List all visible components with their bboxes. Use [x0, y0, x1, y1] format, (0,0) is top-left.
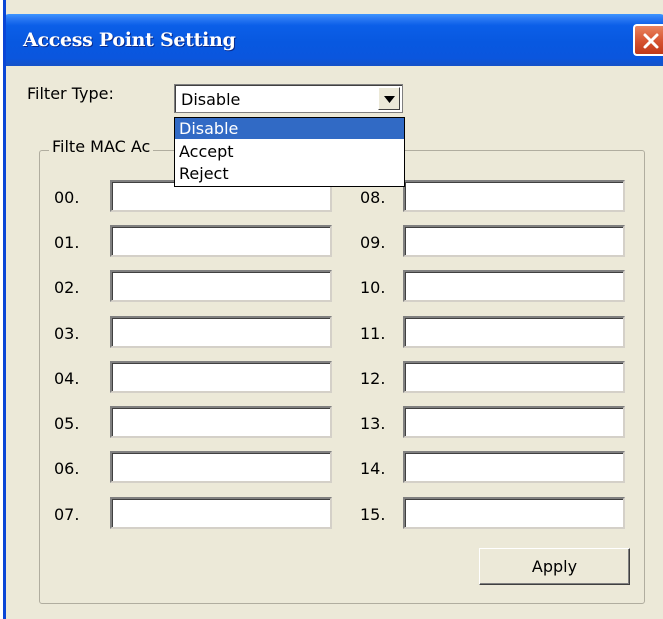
filter-type-label: Filter Type: [27, 84, 114, 103]
mac-index-label: 02. [54, 278, 80, 297]
mac-address-input[interactable] [403, 406, 625, 438]
mac-address-input[interactable] [403, 180, 625, 212]
mac-index-label: 06. [54, 459, 80, 478]
mac-address-input[interactable] [403, 497, 625, 529]
mac-address-input[interactable] [110, 406, 332, 438]
mac-address-input[interactable] [403, 361, 625, 393]
mac-address-input[interactable] [110, 451, 332, 483]
mac-index-label: 01. [54, 233, 80, 252]
mac-address-input[interactable] [110, 316, 332, 348]
mac-address-input[interactable] [403, 316, 625, 348]
dropdown-option-reject[interactable]: Reject [175, 163, 404, 184]
window-title: Access Point Setting [23, 29, 236, 51]
mac-index-label: 13. [360, 414, 386, 433]
filter-type-value: Disable [181, 90, 241, 109]
mac-index-label: 07. [54, 505, 80, 524]
mac-index-label: 03. [54, 324, 80, 343]
dropdown-button[interactable] [378, 87, 400, 110]
mac-index-label: 09. [360, 233, 386, 252]
mac-address-input[interactable] [110, 497, 332, 529]
mac-index-label: 05. [54, 414, 80, 433]
mac-index-label: 14. [360, 459, 386, 478]
mac-address-input[interactable] [403, 270, 625, 302]
close-button[interactable] [633, 24, 663, 56]
mac-index-label: 00. [54, 188, 80, 207]
mac-index-label: 11. [360, 324, 386, 343]
dropdown-option-disable[interactable]: Disable [175, 118, 404, 139]
apply-button[interactable]: Apply [479, 548, 630, 585]
mac-address-input[interactable] [403, 225, 625, 257]
dropdown-option-accept[interactable]: Accept [175, 141, 404, 162]
mac-index-label: 12. [360, 369, 386, 388]
filter-type-select[interactable]: Disable [174, 84, 403, 113]
mac-address-input[interactable] [403, 451, 625, 483]
mac-index-label: 04. [54, 369, 80, 388]
mac-address-input[interactable] [110, 361, 332, 393]
filter-type-dropdown-list: Disable Accept Reject [174, 117, 405, 187]
mac-index-label: 10. [360, 278, 386, 297]
access-point-setting-window: Access Point Setting Filter Type: Disabl… [3, 0, 663, 619]
mac-index-label: 15. [360, 505, 386, 524]
mac-index-label: 08. [360, 188, 386, 207]
mac-address-input[interactable] [110, 225, 332, 257]
groupbox-label: Filte MAC Ac [49, 137, 154, 156]
mac-address-input[interactable] [110, 270, 332, 302]
